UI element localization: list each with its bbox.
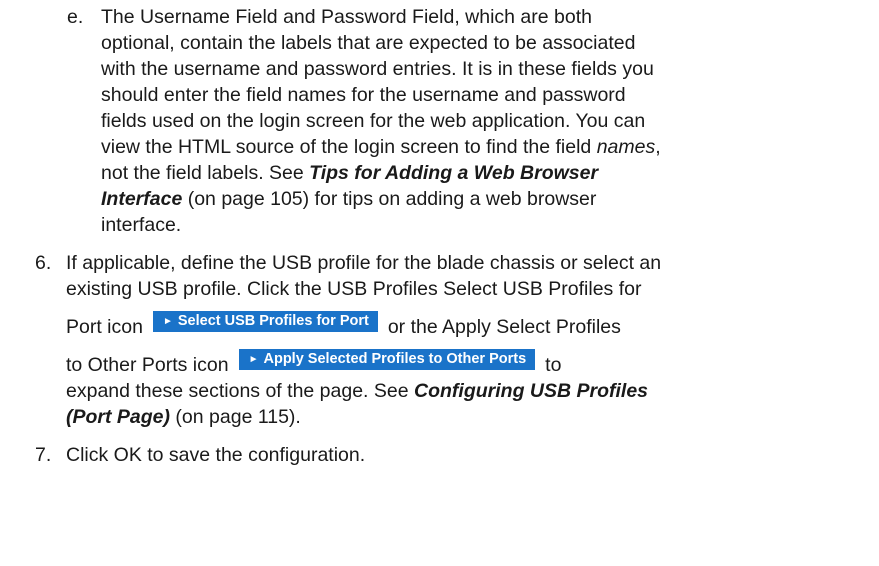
paragraph-line: should enter the field names for the use… [101, 84, 626, 106]
play-triangle-icon: ► [248, 354, 259, 366]
play-triangle-icon: ► [162, 316, 173, 328]
paragraph-line: to Other Ports icon ► Apply Selected Profi… [66, 349, 562, 378]
cross-reference-link-tips[interactable]: Tips for Adding a Web Browser [309, 162, 598, 184]
text-run: not the field labels. See [101, 162, 310, 184]
paragraph-line: (Port Page) (on page 115). [66, 404, 301, 430]
paragraph-line: Click OK to save the configuration. [66, 444, 366, 466]
paragraph-line: Port icon ► Select USB Profiles for Port or… [66, 311, 621, 340]
paragraph-line: Interface (on page 105) for tips on addi… [101, 186, 596, 212]
paragraph-line: not the field labels. See Tips for Addin… [101, 160, 598, 186]
text-run: view the HTML source of the login screen… [101, 136, 597, 158]
text-run: expand these sections of the page. See [66, 380, 415, 402]
paragraph-line: existing USB profile. Click the USB Prof… [66, 278, 642, 300]
text-run: , [655, 136, 661, 158]
text-run: or the Apply Select Profiles [387, 316, 621, 338]
button-label: Apply Selected Profiles to Other Ports [263, 351, 527, 368]
select-usb-profiles-button[interactable]: ► Select USB Profiles for Port [152, 311, 378, 333]
cross-reference-link-usb[interactable]: Configuring USB Profiles [414, 380, 648, 402]
text-run: (on page 115). [170, 406, 301, 428]
paragraph-line: expand these sections of the page. See C… [66, 378, 648, 404]
text-run: Port icon [66, 316, 143, 338]
apply-selected-profiles-button[interactable]: ► Apply Selected Profiles to Other Ports [238, 349, 536, 371]
paragraph-line: interface. [101, 214, 182, 236]
paragraph-line: fields used on the login screen for the … [101, 110, 646, 132]
paragraph-line: The Username Field and Password Field, w… [101, 6, 592, 28]
button-label: Select USB Profiles for Port [177, 313, 369, 330]
text-run: to [545, 354, 562, 376]
cross-reference-link-usb-cont[interactable]: (Port Page) [66, 406, 170, 428]
list-marker: 7. [35, 444, 52, 466]
text-run: (on page 105) for tips on adding a web b… [182, 188, 597, 210]
list-marker: 6. [35, 252, 52, 274]
cross-reference-link-tips-cont[interactable]: Interface [101, 188, 182, 210]
paragraph-line: view the HTML source of the login screen… [101, 134, 661, 160]
paragraph-line: with the username and password entries. … [101, 58, 654, 80]
list-marker: e. [67, 6, 84, 28]
emphasis-names: names [596, 136, 656, 158]
text-run: to Other Ports icon [66, 354, 229, 376]
paragraph-line: optional, contain the labels that are ex… [101, 32, 636, 54]
paragraph-line: If applicable, define the USB profile fo… [66, 252, 662, 274]
